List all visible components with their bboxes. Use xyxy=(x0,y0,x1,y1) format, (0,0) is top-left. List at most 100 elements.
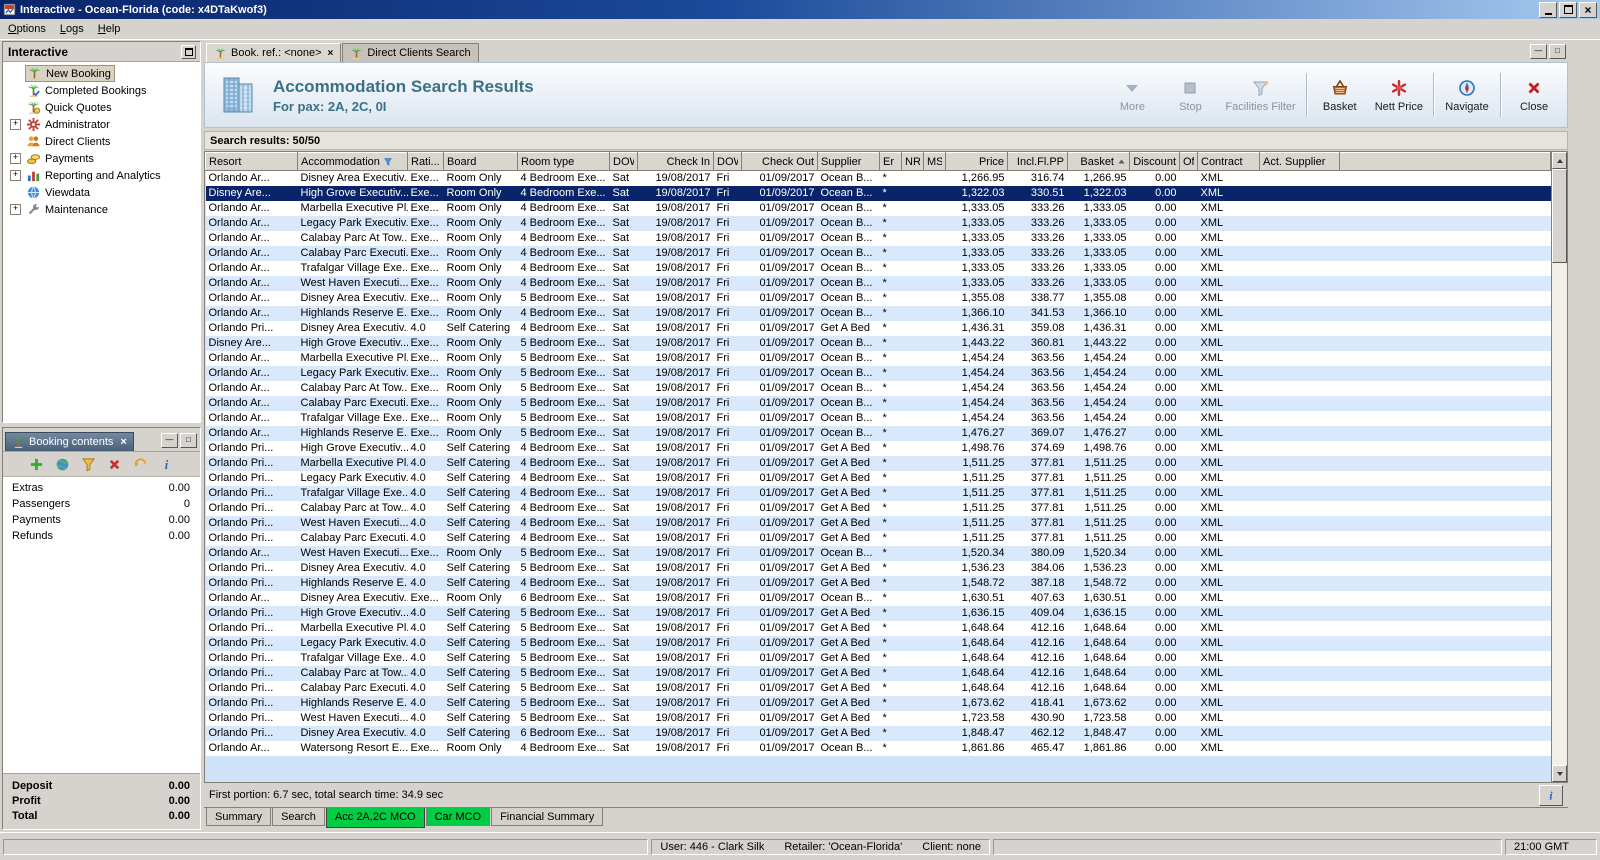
cell-basket[interactable]: 1,366.10 xyxy=(1068,306,1130,321)
cell-nr[interactable] xyxy=(902,291,924,306)
cell-ms[interactable] xyxy=(924,321,946,336)
cell-act_supplier[interactable] xyxy=(1260,681,1340,696)
cell-room_type[interactable]: 4 Bedroom Exe... xyxy=(518,231,610,246)
cell-rating[interactable]: Exe... xyxy=(408,246,444,261)
column-header-act-supplier[interactable]: Act. Supplier xyxy=(1260,153,1340,171)
cell-nr[interactable] xyxy=(902,711,924,726)
cell-incl_fl_pp[interactable]: 338.77 xyxy=(1008,291,1068,306)
cell-discount[interactable]: 0.00 xyxy=(1130,561,1180,576)
cell-dow_out[interactable]: Fri xyxy=(714,366,742,381)
cell-resort[interactable]: Orlando Pri... xyxy=(206,486,298,501)
booking-contents-tab[interactable]: Booking contents × xyxy=(5,432,134,451)
cell-price[interactable]: 1,454.24 xyxy=(946,351,1008,366)
cell-dow_in[interactable]: Sat xyxy=(610,726,638,741)
cell-check_out[interactable]: 01/09/2017 xyxy=(742,591,818,606)
cell-dow_in[interactable]: Sat xyxy=(610,186,638,201)
cell-nr[interactable] xyxy=(902,621,924,636)
cell-incl_fl_pp[interactable]: 377.81 xyxy=(1008,471,1068,486)
column-header-dow[interactable]: DOW xyxy=(714,153,742,171)
cell-er[interactable]: * xyxy=(880,636,902,651)
cell-act_supplier[interactable] xyxy=(1260,336,1340,351)
result-row[interactable]: Orlando Pri...High Grove Executiv...4.0S… xyxy=(206,441,1551,456)
cell-rating[interactable]: Exe... xyxy=(408,591,444,606)
cell-basket[interactable]: 1,673.62 xyxy=(1068,696,1130,711)
cell-room_type[interactable]: 4 Bedroom Exe... xyxy=(518,441,610,456)
tab-close-icon[interactable]: × xyxy=(328,48,334,59)
cell-supplier[interactable]: Get A Bed xyxy=(818,486,880,501)
result-row[interactable]: Orlando Ar...Highlands Reserve E...Exe..… xyxy=(206,426,1551,441)
cell-room_type[interactable]: 5 Bedroom Exe... xyxy=(518,621,610,636)
cell-price[interactable]: 1,511.25 xyxy=(946,501,1008,516)
cell-incl_fl_pp[interactable]: 430.90 xyxy=(1008,711,1068,726)
cell-rating[interactable]: Exe... xyxy=(408,201,444,216)
cell-of[interactable] xyxy=(1180,321,1198,336)
cell-check_out[interactable]: 01/09/2017 xyxy=(742,231,818,246)
cell-price[interactable]: 1,636.15 xyxy=(946,606,1008,621)
cell-er[interactable]: * xyxy=(880,216,902,231)
cell-discount[interactable]: 0.00 xyxy=(1130,606,1180,621)
cell-ms[interactable] xyxy=(924,336,946,351)
cell-er[interactable]: * xyxy=(880,546,902,561)
cell-er[interactable]: * xyxy=(880,456,902,471)
cell-room_type[interactable]: 4 Bedroom Exe... xyxy=(518,741,610,756)
cell-price[interactable]: 1,630.51 xyxy=(946,591,1008,606)
cell-dow_in[interactable]: Sat xyxy=(610,216,638,231)
cell-basket[interactable]: 1,548.72 xyxy=(1068,576,1130,591)
cell-resort[interactable]: Orlando Ar... xyxy=(206,201,298,216)
cell-check_in[interactable]: 19/08/2017 xyxy=(638,606,714,621)
cell-contract[interactable]: XML xyxy=(1198,636,1260,651)
cell-check_out[interactable]: 01/09/2017 xyxy=(742,216,818,231)
cell-contract[interactable]: XML xyxy=(1198,321,1260,336)
cell-resort[interactable]: Orlando Ar... xyxy=(206,216,298,231)
cell-contract[interactable]: XML xyxy=(1198,231,1260,246)
cell-room_type[interactable]: 5 Bedroom Exe... xyxy=(518,666,610,681)
result-row[interactable]: Orlando Ar...West Haven Executi...Exe...… xyxy=(206,276,1551,291)
cell-incl_fl_pp[interactable]: 333.26 xyxy=(1008,216,1068,231)
cell-accommodation[interactable]: Watersong Resort E... xyxy=(298,741,408,756)
cell-supplier[interactable]: Ocean B... xyxy=(818,216,880,231)
cell-er[interactable]: * xyxy=(880,741,902,756)
cell-dow_in[interactable]: Sat xyxy=(610,426,638,441)
panel-restore-button[interactable]: □ xyxy=(180,433,197,448)
cell-discount[interactable]: 0.00 xyxy=(1130,321,1180,336)
cell-rating[interactable]: 4.0 xyxy=(408,576,444,591)
cell-dow_out[interactable]: Fri xyxy=(714,171,742,187)
cell-ms[interactable] xyxy=(924,606,946,621)
cell-check_in[interactable]: 19/08/2017 xyxy=(638,546,714,561)
cell-check_in[interactable]: 19/08/2017 xyxy=(638,246,714,261)
cell-discount[interactable]: 0.00 xyxy=(1130,501,1180,516)
cell-dow_out[interactable]: Fri xyxy=(714,636,742,651)
expand-icon[interactable]: + xyxy=(10,170,21,181)
vertical-scrollbar[interactable] xyxy=(1551,152,1567,782)
cell-dow_in[interactable]: Sat xyxy=(610,441,638,456)
cell-accommodation[interactable]: Calabay Parc Executi... xyxy=(298,246,408,261)
cell-ms[interactable] xyxy=(924,546,946,561)
cell-dow_in[interactable]: Sat xyxy=(610,621,638,636)
cell-nr[interactable] xyxy=(902,381,924,396)
cell-resort[interactable]: Orlando Pri... xyxy=(206,441,298,456)
result-row[interactable]: Orlando Pri...West Haven Executi...4.0Se… xyxy=(206,711,1551,726)
cell-resort[interactable]: Orlando Ar... xyxy=(206,261,298,276)
cell-check_in[interactable]: 19/08/2017 xyxy=(638,561,714,576)
cell-dow_out[interactable]: Fri xyxy=(714,501,742,516)
cell-resort[interactable]: Orlando Ar... xyxy=(206,351,298,366)
cell-nr[interactable] xyxy=(902,666,924,681)
result-row[interactable]: Orlando Ar...Marbella Executive Pl...Exe… xyxy=(206,201,1551,216)
cell-accommodation[interactable]: Trafalgar Village Exe... xyxy=(298,411,408,426)
cell-dow_in[interactable]: Sat xyxy=(610,681,638,696)
cell-of[interactable] xyxy=(1180,561,1198,576)
cell-check_in[interactable]: 19/08/2017 xyxy=(638,261,714,276)
cell-incl_fl_pp[interactable]: 412.16 xyxy=(1008,636,1068,651)
result-row[interactable]: Orlando Ar...Trafalgar Village Exe...Exe… xyxy=(206,261,1551,276)
cell-of[interactable] xyxy=(1180,261,1198,276)
cell-basket[interactable]: 1,648.64 xyxy=(1068,651,1130,666)
column-header-incl-fl-pp[interactable]: Incl.Fl.PP xyxy=(1008,153,1068,171)
cell-incl_fl_pp[interactable]: 363.56 xyxy=(1008,396,1068,411)
column-header-discount[interactable]: Discount xyxy=(1130,153,1180,171)
cell-check_in[interactable]: 19/08/2017 xyxy=(638,171,714,187)
cell-resort[interactable]: Orlando Ar... xyxy=(206,381,298,396)
cell-dow_in[interactable]: Sat xyxy=(610,171,638,187)
cell-rating[interactable]: Exe... xyxy=(408,426,444,441)
cell-check_in[interactable]: 19/08/2017 xyxy=(638,741,714,756)
cell-dow_out[interactable]: Fri xyxy=(714,576,742,591)
